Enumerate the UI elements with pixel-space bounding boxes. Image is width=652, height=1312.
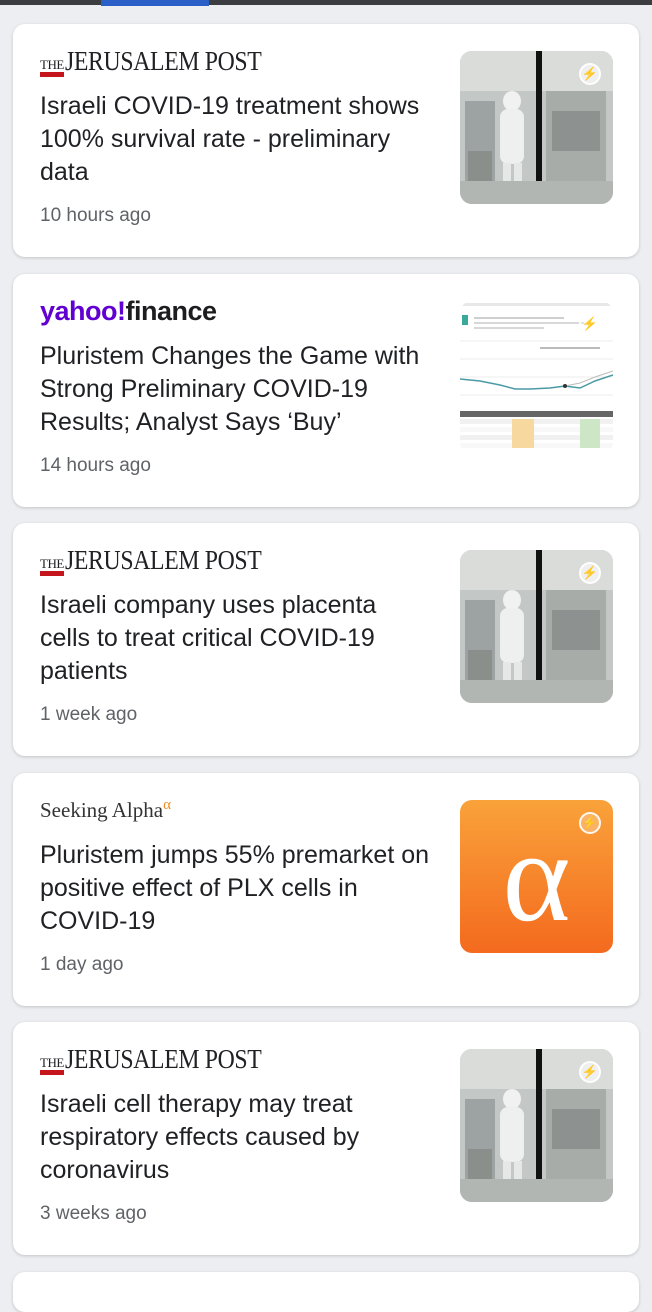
logo-the: THE bbox=[40, 557, 64, 576]
lightning-bolt-icon: ⚡ bbox=[579, 63, 601, 85]
logo-bang: ! bbox=[117, 295, 126, 326]
news-card[interactable]: THE JERUSALEM POST Israeli COVID-19 trea… bbox=[13, 24, 639, 257]
article-time: 1 week ago bbox=[40, 704, 138, 725]
source-logo-jerusalem-post: THE JERUSALEM POST bbox=[40, 544, 288, 576]
article-time: 1 day ago bbox=[40, 954, 124, 975]
lightning-bolt-icon: ⚡ bbox=[579, 562, 601, 584]
news-card-partial[interactable] bbox=[13, 1272, 639, 1312]
article-time: 14 hours ago bbox=[40, 455, 151, 476]
lightning-bolt-icon: ⚡ bbox=[579, 1061, 601, 1083]
article-thumbnail[interactable]: ⚡ bbox=[460, 51, 613, 204]
logo-name: JERUSALEM POST bbox=[64, 45, 262, 76]
article-time: 3 weeks ago bbox=[40, 1203, 147, 1224]
source-logo-yahoo-finance: yahoo!finance bbox=[40, 296, 217, 326]
article-headline[interactable]: Pluristem jumps 55% premarket on positiv… bbox=[40, 839, 432, 938]
top-app-bar bbox=[0, 0, 652, 5]
source-logo-jerusalem-post: THE JERUSALEM POST bbox=[40, 45, 288, 77]
article-headline[interactable]: Israeli cell therapy may treat respirato… bbox=[40, 1088, 432, 1187]
article-thumbnail[interactable]: ⚡ bbox=[460, 301, 613, 454]
logo-name: Seeking Alpha bbox=[40, 798, 164, 822]
source-logo-jerusalem-post: THE JERUSALEM POST bbox=[40, 1043, 288, 1075]
article-thumbnail[interactable]: α ⚡ bbox=[460, 800, 613, 953]
logo-the: THE bbox=[40, 58, 64, 77]
logo-finance: finance bbox=[125, 295, 218, 326]
article-headline[interactable]: Israeli COVID-19 treatment shows 100% su… bbox=[40, 90, 432, 189]
logo-name: JERUSALEM POST bbox=[64, 1043, 262, 1074]
lightning-bolt-icon: ⚡ bbox=[579, 812, 601, 834]
logo-name: JERUSALEM POST bbox=[64, 544, 262, 575]
news-card[interactable]: THE JERUSALEM POST Israeli cell therapy … bbox=[13, 1022, 639, 1255]
selected-tab-indicator bbox=[101, 0, 209, 6]
article-time: 10 hours ago bbox=[40, 205, 151, 226]
news-card[interactable]: THE JERUSALEM POST Israeli company uses … bbox=[13, 523, 639, 756]
article-thumbnail[interactable]: ⚡ bbox=[460, 550, 613, 703]
source-logo-seeking-alpha: Seeking Alphaα bbox=[40, 795, 171, 825]
logo-the: THE bbox=[40, 1056, 64, 1075]
news-card[interactable]: yahoo!finance Pluristem Changes the Game… bbox=[13, 274, 639, 507]
news-card[interactable]: Seeking Alphaα Pluristem jumps 55% prema… bbox=[13, 773, 639, 1006]
lightning-bolt-icon: ⚡ bbox=[579, 313, 601, 335]
logo-yahoo: yahoo bbox=[40, 295, 118, 326]
logo-alpha: α bbox=[163, 797, 171, 813]
article-headline[interactable]: Israeli company uses placenta cells to t… bbox=[40, 589, 432, 688]
article-headline[interactable]: Pluristem Changes the Game with Strong P… bbox=[40, 340, 432, 439]
article-thumbnail[interactable]: ⚡ bbox=[460, 1049, 613, 1202]
